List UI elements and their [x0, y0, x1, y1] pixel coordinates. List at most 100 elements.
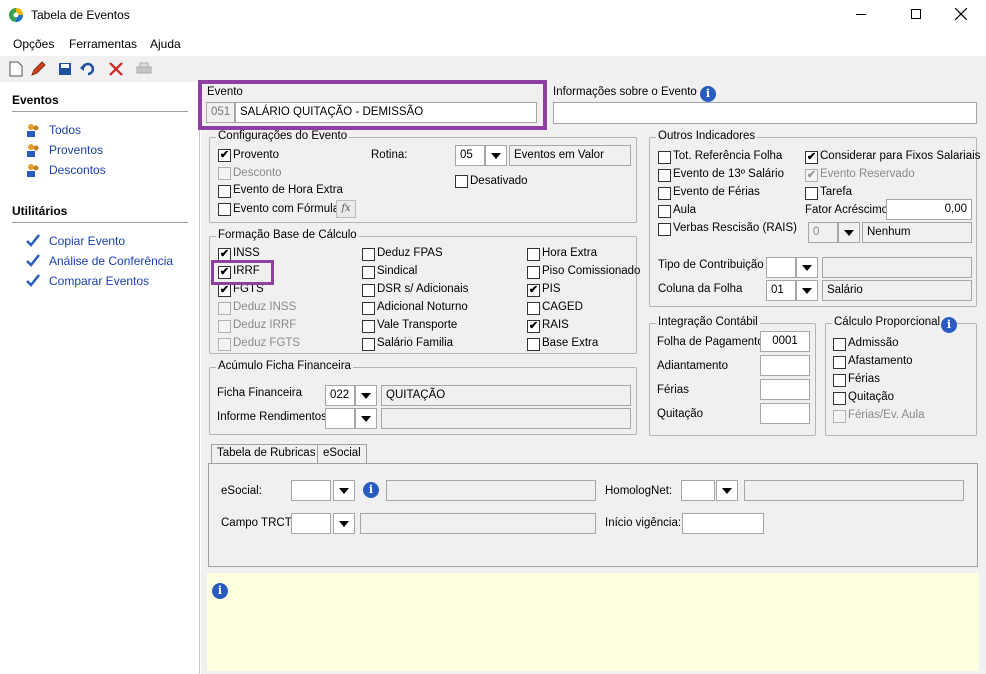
- fator-label: Fator Acréscimo: [805, 204, 889, 216]
- outros-0-checkbox[interactable]: [658, 151, 671, 164]
- base-dsr-s-adicionais-checkbox[interactable]: [362, 284, 375, 297]
- info-evento-field[interactable]: [553, 102, 977, 124]
- sidebar-item-todos[interactable]: Todos: [49, 123, 81, 137]
- prop-1-checkbox[interactable]: [833, 356, 846, 369]
- base-fgts-checkbox[interactable]: ✔: [218, 284, 231, 297]
- outros-0-label: Tot. Referência Folha: [673, 150, 783, 162]
- base-sindical-checkbox[interactable]: [362, 266, 375, 279]
- outros-1-label: Evento de 13º Salário: [673, 168, 784, 180]
- trct-code[interactable]: [291, 513, 331, 534]
- informe-label: Informe Rendimentos: [217, 411, 327, 423]
- sidebar-item-proventos[interactable]: Proventos: [49, 143, 103, 157]
- esocial-code[interactable]: [291, 480, 331, 501]
- sidebar-item-comparar[interactable]: Comparar Eventos: [49, 274, 149, 288]
- integracao-legend: Integração Contábil: [656, 316, 760, 328]
- coluna-code[interactable]: 01: [766, 280, 796, 301]
- formula-checkbox[interactable]: [218, 203, 231, 216]
- outros-1-checkbox[interactable]: [658, 169, 671, 182]
- hora-extra-checkbox[interactable]: [218, 185, 231, 198]
- base-caged-checkbox[interactable]: [527, 302, 540, 315]
- rotina-dropdown[interactable]: [485, 145, 507, 166]
- coluna-dropdown[interactable]: [796, 280, 818, 301]
- coluna-label: Coluna da Folha: [658, 283, 743, 295]
- new-doc-icon[interactable]: [7, 60, 25, 78]
- print-icon[interactable]: [135, 60, 153, 78]
- prop-0-checkbox[interactable]: [833, 338, 846, 351]
- informe-dropdown[interactable]: [355, 408, 377, 429]
- base-hora-extra-checkbox[interactable]: [527, 248, 540, 261]
- prop-2-checkbox[interactable]: [833, 374, 846, 387]
- info-icon[interactable]: i: [363, 482, 379, 498]
- config-legend: Configurações do Evento: [216, 130, 350, 142]
- rais-dropdown: [838, 222, 860, 243]
- integracao-field[interactable]: 0001: [760, 331, 810, 352]
- save-icon[interactable]: [56, 60, 74, 78]
- edit-icon[interactable]: [29, 60, 47, 78]
- base-pis-checkbox[interactable]: ✔: [527, 284, 540, 297]
- tipo-contrib-code[interactable]: [766, 257, 796, 278]
- inicio-vigencia-field[interactable]: [682, 513, 764, 534]
- rotina-code[interactable]: 05: [455, 145, 485, 166]
- integracao-field[interactable]: [760, 403, 810, 424]
- base-deduz-fgts-checkbox: [218, 338, 231, 351]
- trct-label: Campo TRCT:: [221, 517, 294, 529]
- integracao-field[interactable]: [760, 379, 810, 400]
- integracao-field[interactable]: [760, 355, 810, 376]
- menu-opcoes[interactable]: Opções: [13, 37, 54, 51]
- base-rais-checkbox[interactable]: ✔: [527, 320, 540, 333]
- base-base-extra-checkbox[interactable]: [527, 338, 540, 351]
- inicio-label: Início vigência:: [605, 517, 682, 529]
- menu-ajuda[interactable]: Ajuda: [150, 37, 181, 51]
- homolognet-code[interactable]: [681, 480, 715, 501]
- outros-r2-checkbox[interactable]: [805, 187, 818, 200]
- outros-r0-checkbox[interactable]: ✔: [805, 151, 818, 164]
- sidebar-item-analise[interactable]: Análise de Conferência: [49, 254, 173, 268]
- info-icon[interactable]: i: [700, 86, 716, 102]
- outros-3-checkbox[interactable]: [658, 205, 671, 218]
- base-adicional-noturno-checkbox[interactable]: [362, 302, 375, 315]
- delete-icon[interactable]: [107, 60, 125, 78]
- tab-esocial[interactable]: eSocial: [317, 444, 367, 463]
- tipo-contrib-dropdown[interactable]: [796, 257, 818, 278]
- rais-code: 0: [808, 222, 838, 243]
- esocial-dropdown[interactable]: [333, 480, 355, 501]
- outros-r2-label: Tarefa: [820, 186, 852, 198]
- base-vale-transporte-checkbox[interactable]: [362, 320, 375, 333]
- sidebar-item-copiar[interactable]: Copiar Evento: [49, 234, 125, 248]
- outros-4-checkbox[interactable]: [658, 223, 671, 236]
- info-icon: i: [212, 583, 228, 599]
- prop-3-checkbox[interactable]: [833, 392, 846, 405]
- trct-dropdown[interactable]: [333, 513, 355, 534]
- info-icon[interactable]: i: [941, 317, 957, 333]
- base-deduz-fpas-checkbox[interactable]: [362, 248, 375, 261]
- outros-r1-label: Evento Reservado: [820, 168, 915, 180]
- tipo-contrib-desc: [822, 257, 972, 278]
- base-deduz-inss-label: Deduz INSS: [233, 301, 297, 313]
- desativado-checkbox[interactable]: [455, 175, 468, 188]
- menu-ferramentas[interactable]: Ferramentas: [69, 37, 137, 51]
- provento-checkbox[interactable]: ✔: [218, 149, 231, 162]
- base-dsr-s-adicionais-label: DSR s/ Adicionais: [377, 283, 469, 295]
- info-evento-label: Informações sobre o Evento: [553, 86, 697, 98]
- outros-2-checkbox[interactable]: [658, 187, 671, 200]
- minimize-icon[interactable]: [856, 14, 866, 15]
- base-piso-comissionado-checkbox[interactable]: [527, 266, 540, 279]
- base-sal-rio-familia-checkbox[interactable]: [362, 338, 375, 351]
- tab-rubricas[interactable]: Tabela de Rubricas: [211, 444, 322, 464]
- fator-field[interactable]: 0,00: [886, 199, 972, 220]
- ficha-dropdown[interactable]: [355, 385, 377, 406]
- ficha-code[interactable]: 022: [325, 385, 355, 406]
- informe-code[interactable]: [325, 408, 355, 429]
- formula-button[interactable]: fx: [336, 200, 356, 218]
- base-deduz-fgts-label: Deduz FGTS: [233, 337, 301, 349]
- outros-2-label: Evento de Férias: [673, 186, 760, 198]
- hora-extra-label: Evento de Hora Extra: [233, 184, 343, 196]
- base-pis-label: PIS: [542, 283, 561, 295]
- maximize-icon[interactable]: [911, 9, 921, 19]
- close-icon[interactable]: [955, 8, 967, 20]
- homolognet-dropdown[interactable]: [716, 480, 738, 501]
- sidebar-item-descontos[interactable]: Descontos: [49, 163, 106, 177]
- base-inss-label: INSS: [233, 247, 260, 259]
- ficha-label: Ficha Financeira: [217, 387, 303, 399]
- undo-icon[interactable]: [79, 60, 97, 78]
